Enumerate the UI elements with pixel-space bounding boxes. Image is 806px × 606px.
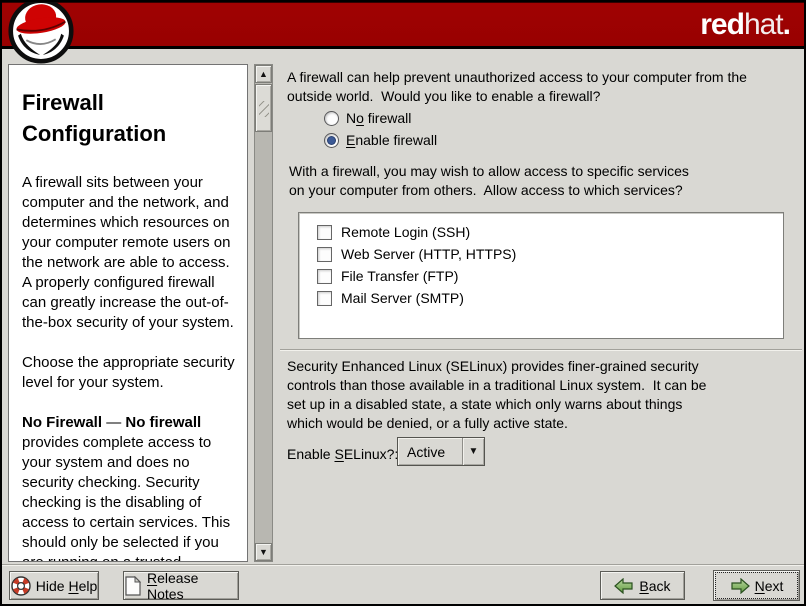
radio-no-firewall-circle-icon[interactable]: [324, 111, 339, 126]
help-p3-bold2: No firewall: [125, 414, 201, 431]
label-post: firewall: [364, 110, 411, 126]
checkbox-smtp-icon[interactable]: [317, 291, 332, 306]
label-mnemonic: o: [356, 110, 364, 126]
firewall-intro-text: A firewall can help prevent unauthorized…: [287, 68, 747, 106]
selinux-dropdown[interactable]: Active ▼: [397, 437, 485, 466]
back-button[interactable]: Back: [600, 571, 685, 600]
hide-help-button[interactable]: Hide Help: [9, 571, 99, 600]
selinux-label: Enable SELinux?:: [287, 445, 398, 464]
service-label: Remote Login (SSH): [341, 224, 470, 240]
release-notes-label: Release Notes: [147, 570, 238, 602]
installer-window: redhat. Firewall Configuration A firewal…: [0, 0, 806, 606]
label-mnemonic: R: [147, 570, 157, 586]
scrollbar-grip: [259, 101, 269, 117]
footer-separator: [2, 564, 804, 566]
label-mnemonic: E: [346, 132, 355, 148]
services-intro-text: With a firewall, you may wish to allow a…: [289, 162, 689, 200]
arrow-left-icon: [614, 578, 634, 594]
radio-no-firewall-label: No firewall: [346, 110, 411, 126]
label-mnemonic: H: [68, 578, 78, 594]
wordmark-bold: red: [700, 8, 744, 41]
label-pre: N: [346, 110, 356, 126]
section-separator: [280, 349, 802, 351]
service-label: Mail Server (SMTP): [341, 290, 464, 306]
wordmark-light: hat: [744, 8, 783, 41]
label-post: ELinux?:: [344, 446, 398, 462]
label-pre: Hide: [36, 578, 69, 594]
help-paragraph-2: Choose the appropriate security level fo…: [22, 353, 236, 393]
selinux-dropdown-value: Active: [398, 444, 462, 460]
help-paragraph-3: No Firewall — No firewall provides compl…: [22, 413, 236, 562]
label-pre: Enable: [287, 446, 334, 462]
service-row-ftp[interactable]: File Transfer (FTP): [317, 265, 783, 287]
label-post: ack: [649, 578, 671, 594]
help-panel: Firewall Configuration A firewall sits b…: [8, 64, 270, 562]
service-label: File Transfer (FTP): [341, 268, 458, 284]
chevron-down-icon[interactable]: ▼: [462, 438, 484, 465]
label-mnemonic: S: [334, 446, 343, 462]
service-row-ssh[interactable]: Remote Login (SSH): [317, 221, 783, 243]
label-post: elp: [79, 578, 98, 594]
lifebuoy-help-icon: [11, 576, 31, 596]
help-p3-rest: provides complete access to your system …: [22, 434, 230, 562]
radio-enable-firewall[interactable]: Enable firewall: [324, 130, 437, 150]
document-icon: [124, 576, 142, 596]
label-post: nable firewall: [355, 132, 437, 148]
wordmark-period: .: [783, 8, 790, 41]
back-label: Back: [639, 578, 670, 594]
scrollbar-up-arrow-icon[interactable]: ▲: [255, 65, 272, 83]
help-p3-dash: —: [102, 414, 125, 431]
next-label: Next: [755, 578, 784, 594]
header-banner: [2, 2, 804, 49]
hide-help-label: Hide Help: [36, 578, 98, 594]
checkbox-ftp-icon[interactable]: [317, 269, 332, 284]
selinux-description: Security Enhanced Linux (SELinux) provid…: [287, 357, 706, 433]
label-mnemonic: N: [755, 578, 765, 594]
help-title: Firewall Configuration: [22, 87, 236, 149]
help-paragraph-1: A firewall sits between your computer an…: [22, 173, 236, 333]
services-list: Remote Login (SSH) Web Server (HTTP, HTT…: [298, 212, 784, 339]
next-button[interactable]: Next: [713, 570, 800, 601]
radio-enable-firewall-label: Enable firewall: [346, 132, 437, 148]
release-notes-button[interactable]: Release Notes: [123, 571, 239, 600]
checkbox-ssh-icon[interactable]: [317, 225, 332, 240]
redhat-shadowman-logo-icon: [6, 0, 76, 64]
radio-no-firewall[interactable]: No firewall: [324, 108, 411, 128]
service-row-smtp[interactable]: Mail Server (SMTP): [317, 287, 783, 309]
help-scrollbar[interactable]: ▲ ▼: [254, 64, 273, 562]
label-mnemonic: B: [639, 578, 648, 594]
service-label: Web Server (HTTP, HTTPS): [341, 246, 516, 262]
checkbox-web-icon[interactable]: [317, 247, 332, 262]
help-text-viewport: Firewall Configuration A firewall sits b…: [8, 64, 248, 562]
help-p3-lead-bold: No Firewall: [22, 414, 102, 431]
label-post: ext: [765, 578, 784, 594]
redhat-wordmark: redhat.: [700, 8, 790, 42]
scrollbar-thumb[interactable]: [255, 84, 272, 132]
arrow-right-icon: [730, 578, 750, 594]
radio-enable-firewall-circle-icon[interactable]: [324, 133, 339, 148]
scrollbar-down-arrow-icon[interactable]: ▼: [255, 543, 272, 561]
service-row-web[interactable]: Web Server (HTTP, HTTPS): [317, 243, 783, 265]
